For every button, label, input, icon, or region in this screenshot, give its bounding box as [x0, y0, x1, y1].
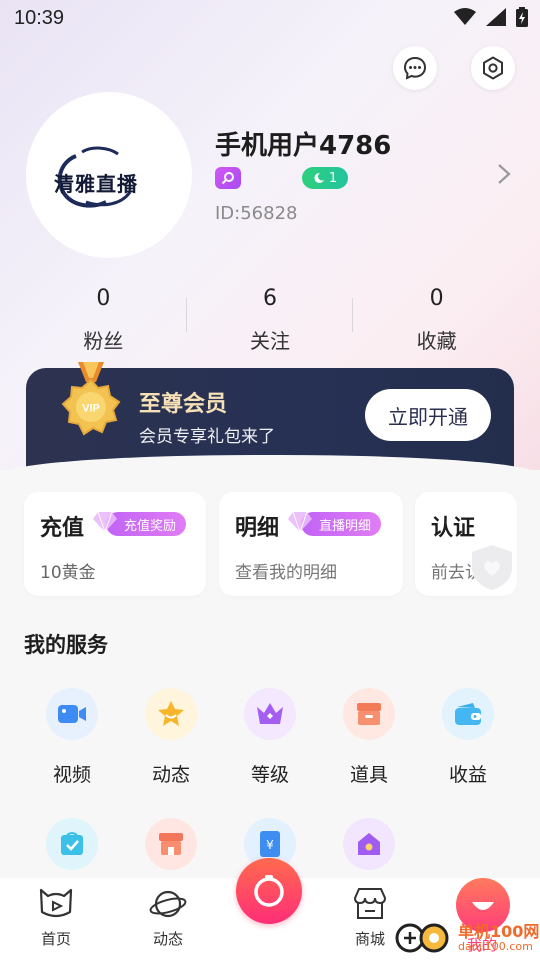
service-icon-wrap: [145, 818, 197, 870]
user-id: ID:56828: [215, 203, 298, 224]
box-icon: [357, 703, 381, 725]
avatar[interactable]: 清雅直播: [26, 92, 192, 258]
service-icon-wrap: [145, 688, 197, 740]
service-label: 视频: [52, 764, 91, 786]
chevron-right-icon[interactable]: [496, 162, 512, 186]
vip-medal-label: VIP: [82, 403, 100, 415]
service-icon-wrap: [46, 688, 98, 740]
service-label: 道具: [349, 764, 388, 786]
tab-home[interactable]: 首页: [21, 886, 91, 949]
house-icon: [358, 833, 380, 855]
tab-label: 动态: [152, 930, 183, 948]
recharge-card[interactable]: 充值 充值奖励 10黄金: [24, 492, 206, 596]
smile-face-icon: [472, 902, 494, 910]
vip-activate-button[interactable]: 立即开通: [365, 389, 491, 441]
card-tag: 直播明细: [301, 512, 382, 536]
stat-value: 0: [429, 286, 444, 311]
stat-favorites[interactable]: 0 收藏: [353, 282, 520, 362]
stat-divider: [186, 298, 187, 332]
card-title: 认证: [431, 516, 476, 541]
level-badge-value: 1: [328, 170, 338, 186]
service-icon-wrap: [343, 818, 395, 870]
site-watermark: 单机100网 danji100.com: [394, 918, 539, 958]
vip-medal-icon: VIP: [61, 362, 121, 436]
profile-stats: 0 粉丝 6 关注 0 收藏: [20, 282, 520, 362]
service-moments[interactable]: 动态: [131, 688, 211, 787]
level-badge: 1: [302, 167, 348, 189]
wifi-icon: [454, 8, 476, 25]
stat-label: 粉丝: [83, 329, 124, 353]
planet-tab-icon: [149, 890, 187, 918]
service-video[interactable]: 视频: [32, 688, 112, 787]
signal-icon: [486, 8, 506, 26]
card-tag: 充值奖励: [106, 512, 187, 536]
watermark-title: 单机100网: [458, 921, 540, 941]
store-icon: [159, 833, 183, 855]
stat-label: 收藏: [416, 329, 457, 353]
user-name: 手机用户4786: [215, 131, 392, 161]
verify-card[interactable]: 认证 前去认证: [415, 492, 517, 596]
moon-icon: [314, 172, 324, 183]
settings-button[interactable]: [471, 46, 515, 90]
watermark-logo-icon: [395, 923, 449, 953]
stat-value: 0: [96, 286, 111, 311]
status-icons: [454, 7, 528, 27]
tab-moments[interactable]: 动态: [133, 886, 203, 949]
service-label: 收益: [448, 764, 487, 786]
message-icon: [403, 56, 427, 80]
watermark-url: danji100.com: [458, 939, 533, 953]
status-bar: 10:39: [0, 0, 540, 38]
svg-text:¥: ¥: [266, 838, 274, 852]
service-label: 动态: [151, 764, 190, 786]
service-icon-wrap: [343, 688, 395, 740]
gem-icon: [288, 511, 312, 534]
service-label: 等级: [250, 764, 289, 786]
service-tasks[interactable]: [32, 818, 112, 870]
service-level[interactable]: 等级: [230, 688, 310, 787]
search-badge-icon: [221, 172, 234, 185]
go-live-button[interactable]: [236, 858, 302, 924]
card-subtitle: 查看我的明细: [235, 563, 337, 583]
service-props[interactable]: 道具: [329, 688, 409, 787]
smile-star-icon: [158, 701, 184, 726]
service-earnings[interactable]: 收益: [428, 688, 508, 787]
wallet-icon: [455, 703, 481, 725]
video-icon: [58, 705, 86, 723]
shield-heart-icon: [472, 545, 512, 590]
card-subtitle: 10黄金: [40, 563, 96, 583]
service-icon-wrap: [46, 818, 98, 870]
vip-title: 至尊会员: [139, 392, 228, 417]
settings-icon: [483, 56, 503, 80]
service-icon-wrap: [244, 688, 296, 740]
service-icon-wrap: [442, 688, 494, 740]
checklist-bag-icon: [61, 832, 83, 855]
tab-label: 首页: [40, 930, 71, 948]
service-home[interactable]: [329, 818, 409, 870]
battery-icon: [516, 7, 528, 27]
message-button[interactable]: [393, 46, 437, 90]
card-title: 充值: [40, 516, 85, 541]
wealth-badge: [215, 167, 241, 189]
stat-divider: [352, 298, 353, 332]
home-tab-icon: [39, 888, 73, 918]
service-shop[interactable]: [131, 818, 211, 870]
crown-icon: [257, 703, 283, 724]
stat-label: 关注: [250, 329, 290, 353]
camera-lens-icon: [254, 875, 284, 907]
stat-value: 6: [263, 286, 277, 311]
stat-following[interactable]: 6 关注: [187, 282, 354, 362]
coupon-icon: ¥: [260, 831, 280, 857]
card-title: 明细: [235, 516, 280, 541]
gem-icon: [93, 511, 117, 534]
services-title: 我的服务: [24, 633, 108, 657]
stat-fans[interactable]: 0 粉丝: [20, 282, 187, 362]
details-card[interactable]: 明细 直播明细 查看我的明细: [219, 492, 403, 596]
avatar-logo-text: 清雅直播: [54, 172, 138, 196]
vip-subtitle: 会员专享礼包来了: [139, 427, 275, 447]
status-time: 10:39: [14, 7, 65, 29]
store-tab-icon: [353, 888, 387, 919]
